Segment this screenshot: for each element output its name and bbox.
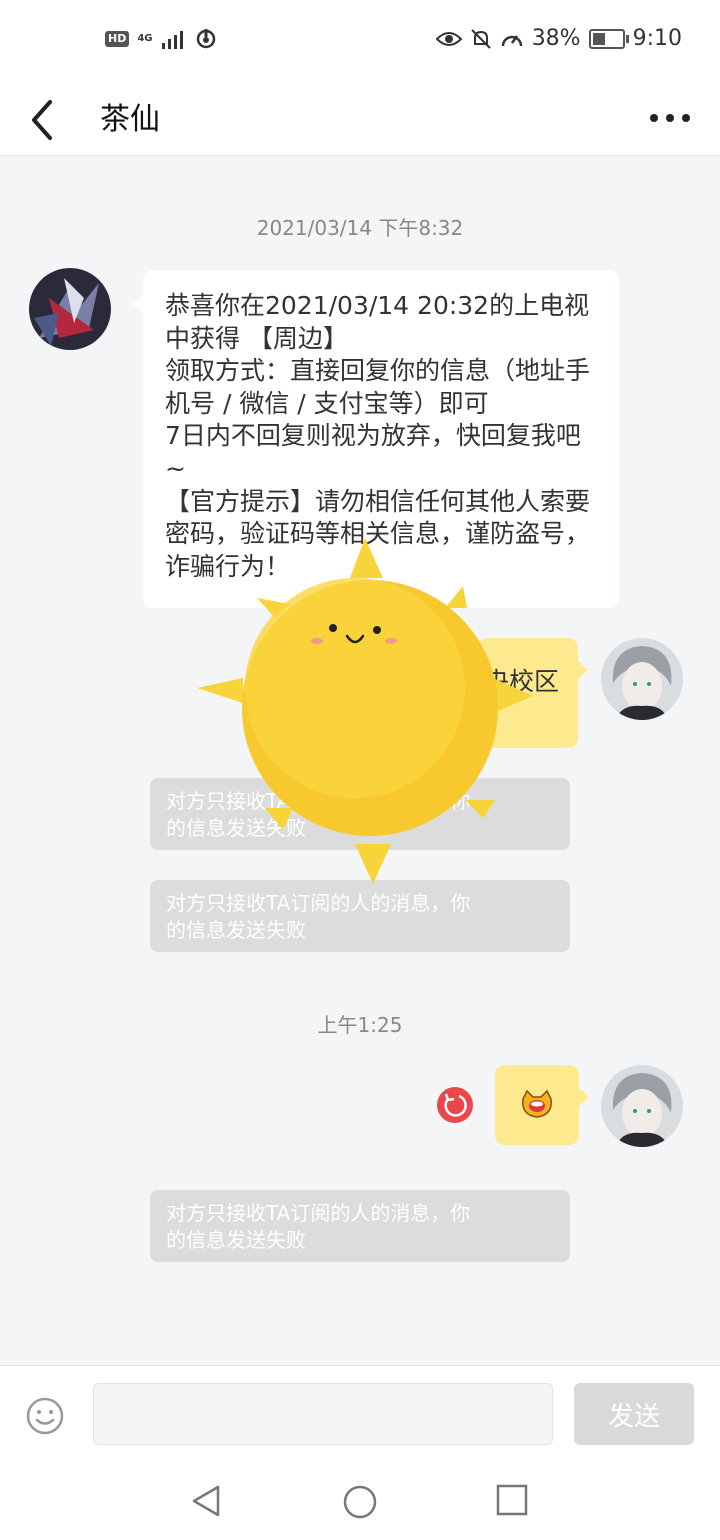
nav-recents-icon[interactable] bbox=[495, 1483, 529, 1517]
sender-avatar-image bbox=[29, 268, 111, 350]
back-arrow-icon[interactable] bbox=[22, 90, 72, 146]
status-right: 38% 9:10 bbox=[435, 26, 682, 51]
message-input-bar: 发送 bbox=[0, 1365, 720, 1466]
chat-header: 茶仙 bbox=[0, 80, 720, 156]
status-left: HD 4G bbox=[105, 28, 217, 50]
sender-avatar[interactable] bbox=[29, 268, 111, 350]
emoji-icon[interactable] bbox=[25, 1396, 65, 1436]
hd-badge: HD bbox=[105, 31, 130, 47]
incoming-message[interactable]: 恭喜你在2021/03/14 20:32的上电视中获得 【周边】 领取方式：直接… bbox=[133, 270, 619, 608]
timestamp: 上午1:25 bbox=[317, 1013, 403, 1037]
clock-time: 9:10 bbox=[632, 26, 682, 51]
resend-icon[interactable] bbox=[437, 1087, 473, 1123]
status-bar: HD 4G 38% 9:10 bbox=[0, 0, 720, 80]
nav-home-icon[interactable] bbox=[341, 1483, 379, 1521]
message-input[interactable] bbox=[93, 1383, 553, 1445]
speed-icon bbox=[501, 34, 522, 46]
chat-title: 茶仙 bbox=[100, 102, 160, 137]
my-avatar[interactable] bbox=[601, 1065, 683, 1147]
hotspot-icon bbox=[196, 29, 215, 49]
mute-bell-icon bbox=[470, 28, 491, 49]
battery-percent: 38% bbox=[531, 26, 581, 51]
timestamp: 2021/03/14 下午8:32 bbox=[256, 216, 464, 240]
my-avatar-image bbox=[601, 1065, 683, 1147]
outgoing-message-text: 央校区 bbox=[484, 667, 560, 696]
system-notice: 对方只接收TA订阅的人的消息，你 的信息发送失败 bbox=[150, 1190, 570, 1262]
signal-icon bbox=[161, 31, 183, 49]
network-type: 4G bbox=[137, 33, 153, 44]
system-nav-bar bbox=[0, 1465, 720, 1540]
cat-face-sticker-icon bbox=[522, 1089, 552, 1118]
outgoing-sticker-message[interactable] bbox=[495, 1065, 589, 1145]
nav-back-icon[interactable] bbox=[188, 1483, 224, 1519]
battery-icon bbox=[588, 28, 629, 49]
outgoing-message[interactable]: 央校区 bbox=[478, 638, 588, 748]
system-notice: 对方只接收TA订阅的人的消息，你 的信息发送失败 bbox=[150, 880, 570, 952]
more-options-icon[interactable] bbox=[648, 98, 692, 138]
my-avatar[interactable] bbox=[601, 638, 683, 720]
my-avatar-image bbox=[601, 638, 683, 720]
send-button[interactable]: 发送 bbox=[574, 1383, 694, 1445]
eye-comfort-icon bbox=[435, 31, 462, 46]
system-notice: 对方只接收TA订阅的人的消息，你 的信息发送失败 bbox=[150, 778, 570, 850]
